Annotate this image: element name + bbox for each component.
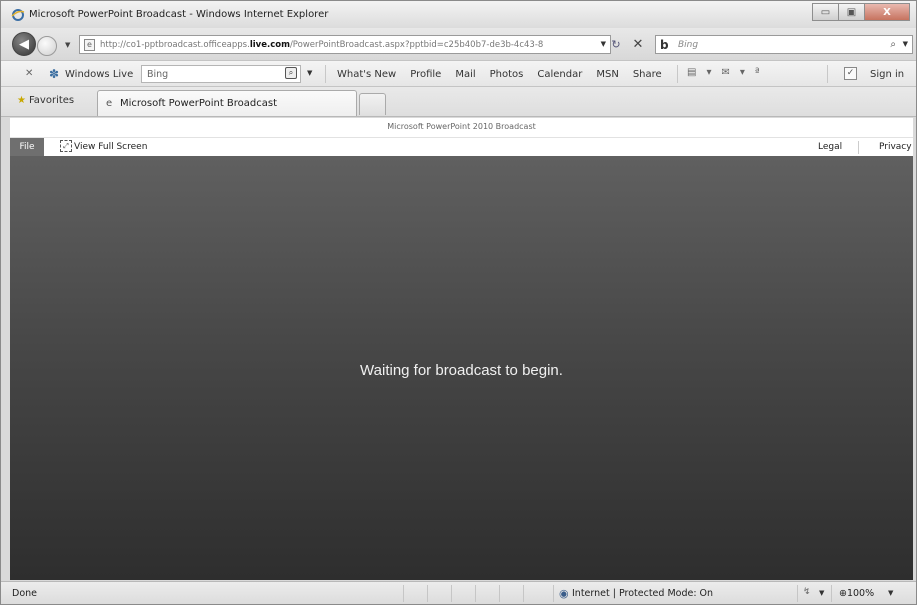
legal-link[interactable]: Legal (818, 142, 842, 152)
address-bar[interactable]: e http://co1-pptbroadcast.officeapps.liv… (79, 35, 611, 54)
link-divider (858, 141, 859, 154)
toolbar-divider (827, 65, 828, 83)
file-button[interactable]: File (10, 138, 44, 156)
zoom-value: 100% (846, 588, 875, 599)
waiting-message: Waiting for broadcast to begin. (360, 362, 563, 379)
search-icon[interactable]: ⌕ (890, 39, 896, 50)
title-bar: Microsoft PowerPoint Broadcast - Windows… (1, 1, 916, 28)
window-title: Microsoft PowerPoint Broadcast - Windows… (29, 9, 329, 20)
status-divider (403, 585, 404, 602)
minimize-button[interactable]: ▭ (812, 3, 839, 21)
broadcast-header: Microsoft PowerPoint 2010 Broadcast (10, 118, 913, 138)
link-photos[interactable]: Photos (490, 69, 524, 80)
status-divider (523, 585, 524, 602)
windows-live-label: Windows Live (65, 69, 134, 80)
refresh-icon[interactable]: ↻ (607, 36, 625, 54)
url-prefix: http://co1-pptbroadcast.officeapps. (100, 40, 250, 50)
url-domain: live.com (249, 40, 290, 50)
sign-in-link[interactable]: Sign in (870, 69, 904, 80)
stop-icon[interactable]: ✕ (629, 36, 647, 54)
highlight-icon[interactable]: ▤ (687, 67, 696, 78)
fullscreen-icon[interactable]: ⤢ (60, 140, 72, 152)
link-mail[interactable]: Mail (455, 69, 475, 80)
link-whats-new[interactable]: What's New (337, 69, 396, 80)
privacy-link[interactable]: Privacy (879, 142, 912, 152)
pop-up-dropdown[interactable]: ▼ (819, 589, 824, 597)
link-msn[interactable]: MSN (596, 69, 618, 80)
status-divider (499, 585, 500, 602)
windows-live-links: What's New Profile Mail Photos Calendar … (337, 69, 676, 80)
maximize-button[interactable]: ▣ (838, 3, 865, 21)
window-controls: ▭ ▣ X (812, 3, 910, 21)
favorites-label: Favorites (28, 95, 75, 106)
status-bar: Done ◉ Internet | Protected Mode: On ↯ ▼… (1, 581, 916, 604)
windows-live-search-dropdown[interactable]: ▼ (307, 69, 312, 77)
zoom-dropdown[interactable]: ▼ (888, 589, 893, 597)
broadcast-title: Microsoft PowerPoint 2010 Broadcast (387, 122, 536, 131)
browser-window: Microsoft PowerPoint Broadcast - Windows… (0, 0, 917, 605)
page-favicon-icon: e (106, 98, 113, 109)
tab-label: Microsoft PowerPoint Broadcast (120, 98, 278, 109)
view-full-screen-link[interactable]: View Full Screen (74, 142, 147, 152)
address-dropdown[interactable]: ▼ (601, 40, 606, 48)
star-icon: ★ (17, 95, 26, 106)
link-profile[interactable]: Profile (410, 69, 441, 80)
status-divider (475, 585, 476, 602)
checkbox-icon[interactable]: ✓ (844, 67, 857, 80)
address-toolbar: ◀ ▼ e http://co1-pptbroadcast.officeapps… (1, 28, 916, 60)
status-text: Done (12, 588, 37, 599)
search-placeholder: Bing (678, 40, 699, 50)
search-box[interactable]: b Bing ⌕ ▼ (655, 35, 913, 54)
link-share[interactable]: Share (633, 69, 662, 80)
status-divider (553, 585, 554, 602)
new-tab-button[interactable] (359, 93, 386, 115)
favorites-button[interactable]: ★ Favorites (17, 95, 74, 106)
forward-button[interactable] (37, 36, 57, 56)
windows-live-tools: ▤ ▾ ✉ ▾ ª (687, 67, 770, 78)
recent-pages-dropdown[interactable]: ▼ (65, 41, 70, 49)
status-divider (797, 585, 798, 602)
url-text[interactable]: http://co1-pptbroadcast.officeapps.live.… (100, 40, 588, 50)
url-suffix: /PowerPointBroadcast.aspx?pptbid=c25b40b… (289, 40, 544, 50)
globe-icon: ◉ (559, 587, 569, 600)
status-divider (831, 585, 832, 602)
tool-dropdown-2[interactable]: ▾ (740, 67, 745, 78)
mail-icon[interactable]: ✉ (721, 67, 729, 78)
status-divider (427, 585, 428, 602)
close-button[interactable]: X (864, 3, 910, 21)
page-content: Microsoft PowerPoint 2010 Broadcast File… (10, 118, 913, 580)
windows-live-search-button[interactable]: ⌕ (285, 67, 297, 79)
toolbar-divider (677, 65, 678, 83)
link-calendar[interactable]: Calendar (537, 69, 582, 80)
translate-icon[interactable]: ª (755, 67, 760, 78)
broadcast-toolbar: File ⤢ View Full Screen Legal Privacy (10, 138, 913, 156)
status-divider (451, 585, 452, 602)
favorites-bar: ★ Favorites e Microsoft PowerPoint Broadc… (1, 87, 916, 117)
security-zone[interactable]: Internet | Protected Mode: On (572, 588, 713, 599)
ie-icon (11, 9, 25, 21)
windows-live-logo-icon: ✽ (49, 67, 60, 81)
tab-microsoft-powerpoint-broadcast[interactable]: e Microsoft PowerPoint Broadcast (97, 90, 357, 116)
broadcast-stage: Waiting for broadcast to begin. (10, 156, 913, 580)
windows-live-search-input[interactable]: Bing (141, 65, 301, 83)
pop-up-icon[interactable]: ↯ (803, 587, 811, 597)
toolbar-divider (325, 65, 326, 83)
back-arrow-icon: ◀ (19, 36, 29, 52)
bing-logo-icon: b (660, 38, 669, 52)
back-button[interactable]: ◀ (12, 32, 36, 56)
page-icon: e (84, 39, 95, 51)
zoom-level[interactable]: ⊕100% (839, 588, 874, 599)
search-options-dropdown[interactable]: ▼ (903, 40, 908, 48)
tool-dropdown-1[interactable]: ▾ (706, 67, 711, 78)
close-toolbar-icon[interactable]: ✕ (25, 68, 33, 79)
windows-live-toolbar: ✕ ✽ Windows Live Bing ⌕ ▼ What's New Pro… (1, 60, 916, 87)
zoom-icon: ⊕ (839, 588, 847, 599)
